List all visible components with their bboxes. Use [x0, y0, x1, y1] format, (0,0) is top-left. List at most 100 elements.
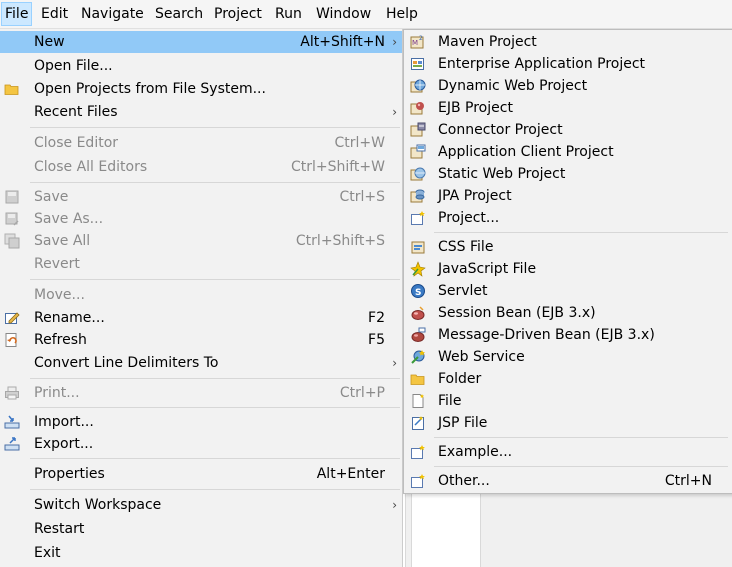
css-file-icon: [410, 239, 426, 255]
menu-item-label: Properties: [34, 466, 105, 482]
menu-item-convert-line-delimiters[interactable]: Convert Line Delimiters To ›: [0, 352, 402, 374]
menu-item-label: Connector Project: [438, 122, 563, 138]
menu-item-label: Web Service: [438, 349, 525, 365]
menu-item-accelerator: F5: [368, 332, 385, 348]
web-project-icon: [410, 78, 426, 94]
menu-item-label: Message-Driven Bean (EJB 3.x): [438, 327, 655, 343]
menu-item-close-all-editors[interactable]: Close All Editors Ctrl+Shift+W: [0, 156, 402, 178]
menu-item-properties[interactable]: Properties Alt+Enter: [0, 463, 402, 485]
menu-item-label: Import...: [34, 414, 94, 430]
menu-item-save[interactable]: Save Ctrl+S: [0, 186, 402, 208]
menu-run[interactable]: Run: [272, 3, 305, 25]
chevron-right-icon: ›: [392, 356, 397, 370]
new-item-servlet[interactable]: S Servlet: [404, 280, 732, 302]
menu-item-label: Open Projects from File System...: [34, 81, 266, 97]
new-item-session-bean[interactable]: Session Bean (EJB 3.x): [404, 302, 732, 324]
menu-item-exit[interactable]: Exit: [0, 542, 402, 564]
new-item-dynamic-web-project[interactable]: Dynamic Web Project: [404, 75, 732, 97]
new-item-enterprise-application-project[interactable]: Enterprise Application Project: [404, 53, 732, 75]
refresh-icon: [4, 332, 20, 348]
new-item-css-file[interactable]: CSS File: [404, 236, 732, 258]
js-file-icon: [410, 261, 426, 277]
menu-item-move[interactable]: Move...: [0, 284, 402, 306]
import-icon: [4, 414, 20, 430]
menu-item-label: JPA Project: [438, 188, 512, 204]
file-icon: [410, 393, 426, 409]
menu-item-revert[interactable]: Revert: [0, 253, 402, 275]
new-item-connector-project[interactable]: Connector Project: [404, 119, 732, 141]
menu-item-label: Export...: [34, 436, 94, 452]
menu-item-label: New: [34, 34, 65, 50]
menu-item-label: Other...: [438, 473, 490, 489]
menu-item-switch-workspace[interactable]: Switch Workspace ›: [0, 494, 402, 516]
menu-item-accelerator: Ctrl+S: [339, 189, 385, 205]
new-item-application-client-project[interactable]: Application Client Project: [404, 141, 732, 163]
export-icon: [4, 436, 20, 452]
servlet-icon: S: [410, 283, 426, 299]
menu-item-label: Refresh: [34, 332, 87, 348]
svg-text:S: S: [415, 288, 421, 298]
folder-icon: [4, 81, 20, 97]
new-item-folder[interactable]: Folder: [404, 368, 732, 390]
menu-item-refresh[interactable]: Refresh F5: [0, 329, 402, 351]
new-item-static-web-project[interactable]: Static Web Project: [404, 163, 732, 185]
menu-search[interactable]: Search: [152, 3, 206, 25]
menu-separator: [434, 437, 728, 438]
menu-help[interactable]: Help: [383, 3, 421, 25]
menu-item-rename[interactable]: Rename... F2: [0, 307, 402, 329]
save-as-icon: [4, 211, 20, 227]
svg-text:2: 2: [419, 35, 423, 42]
menu-item-export[interactable]: Export...: [0, 433, 402, 455]
menu-window[interactable]: Window: [313, 3, 374, 25]
menu-item-print[interactable]: Print... Ctrl+P: [0, 382, 402, 404]
menu-item-accelerator: Ctrl+Shift+S: [295, 233, 385, 249]
new-item-javascript-file[interactable]: JavaScript File: [404, 258, 732, 280]
session-bean-icon: [410, 305, 426, 321]
new-item-example[interactable]: Example...: [404, 441, 732, 463]
menu-separator: [30, 182, 400, 183]
menu-item-label: Recent Files: [34, 104, 118, 120]
menu-separator: [30, 458, 400, 459]
menu-item-accelerator: Ctrl+W: [334, 135, 385, 151]
new-item-web-service[interactable]: Web Service: [404, 346, 732, 368]
m2-project-icon: M2: [410, 34, 426, 50]
menu-item-new[interactable]: New Alt+Shift+N ›: [0, 31, 402, 53]
menu-file[interactable]: File: [1, 2, 33, 26]
menu-separator: [30, 407, 400, 408]
menu-item-restart[interactable]: Restart: [0, 518, 402, 540]
chevron-right-icon: ›: [392, 498, 397, 512]
new-item-file[interactable]: File: [404, 390, 732, 412]
menu-item-accelerator: Ctrl+Shift+W: [290, 159, 385, 175]
menu-project[interactable]: Project: [211, 3, 265, 25]
menu-item-label: Restart: [34, 521, 85, 537]
ear-project-icon: [410, 56, 426, 72]
new-item-project[interactable]: Project...: [404, 207, 732, 229]
menu-item-save-all[interactable]: Save All Ctrl+Shift+S: [0, 230, 402, 252]
new-item-jpa-project[interactable]: JPA Project: [404, 185, 732, 207]
menu-item-recent-files[interactable]: Recent Files ›: [0, 101, 402, 123]
menu-item-import[interactable]: Import...: [0, 411, 402, 433]
menu-item-open-projects[interactable]: Open Projects from File System...: [0, 78, 402, 100]
menu-navigate[interactable]: Navigate: [78, 3, 147, 25]
menu-item-label: JavaScript File: [438, 261, 537, 277]
menu-item-label: Application Client Project: [438, 144, 614, 160]
jsp-file-icon: [410, 415, 426, 431]
file-menu: New Alt+Shift+N › Open File... Open Proj…: [0, 29, 403, 567]
menu-separator: [30, 378, 400, 379]
menu-item-save-as[interactable]: Save As...: [0, 208, 402, 230]
new-item-other[interactable]: Other... Ctrl+N: [404, 470, 732, 492]
menu-item-label: Save All: [34, 233, 91, 249]
menu-item-label: Revert: [34, 256, 80, 272]
menu-item-label: Maven Project: [438, 34, 537, 50]
new-item-ejb-project[interactable]: EJB Project: [404, 97, 732, 119]
menu-item-open-file[interactable]: Open File...: [0, 55, 402, 77]
menu-item-label: Folder: [438, 371, 482, 387]
menu-edit[interactable]: Edit: [38, 3, 71, 25]
menu-item-close-editor[interactable]: Close Editor Ctrl+W: [0, 132, 402, 154]
new-item-jsp-file[interactable]: JSP File: [404, 412, 732, 434]
menu-item-label: Close Editor: [34, 135, 119, 151]
menu-item-label: Open File...: [34, 58, 113, 74]
menu-bar: File Edit Navigate Search Project Run Wi…: [0, 0, 732, 29]
new-item-maven-project[interactable]: M2 Maven Project: [404, 31, 732, 53]
new-item-message-driven-bean[interactable]: Message-Driven Bean (EJB 3.x): [404, 324, 732, 346]
